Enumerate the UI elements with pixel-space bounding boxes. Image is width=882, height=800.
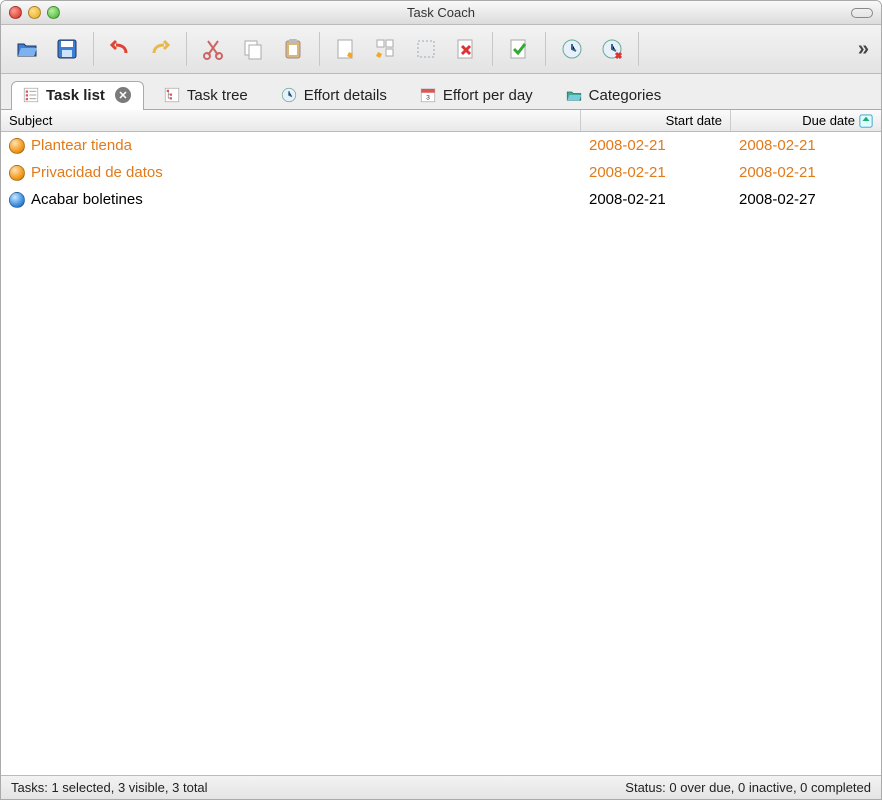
toolbar-separator: [93, 32, 94, 66]
content-area: Subject Start date Due date Plantear tie…: [1, 110, 881, 775]
status-ball-icon: [9, 192, 25, 208]
tab-categories[interactable]: Categories: [554, 81, 675, 110]
app-window: Task Coach: [0, 0, 882, 800]
column-header-start-date[interactable]: Start date: [581, 110, 731, 131]
stop-effort-icon: [600, 37, 624, 61]
open-file-button[interactable]: [9, 31, 45, 67]
new-subtask-button[interactable]: [368, 31, 404, 67]
redo-icon: [148, 37, 172, 61]
edit-task-icon: [414, 37, 438, 61]
toolbar-separator: [186, 32, 187, 66]
paste-icon: [281, 37, 305, 61]
toolbar: »: [1, 25, 881, 74]
open-file-icon: [15, 37, 39, 61]
sort-ascending-icon: [859, 114, 873, 128]
task-subject-label: Plantear tienda: [31, 137, 132, 154]
column-headers: Subject Start date Due date: [1, 110, 881, 132]
toolbar-separator: [545, 32, 546, 66]
task-start-date: 2008-02-21: [581, 161, 731, 184]
task-list-icon: [22, 86, 40, 104]
start-effort-button[interactable]: [554, 31, 590, 67]
cut-icon: [201, 37, 225, 61]
tab-label: Effort per day: [443, 87, 533, 104]
minimize-window-icon[interactable]: [28, 6, 41, 19]
column-label: Start date: [666, 113, 722, 128]
tab-label: Categories: [589, 87, 662, 104]
task-subject-cell: Privacidad de datos: [1, 161, 581, 184]
delete-task-icon: [454, 37, 478, 61]
column-header-subject[interactable]: Subject: [1, 110, 581, 131]
table-row[interactable]: Plantear tienda 2008-02-212008-02-21: [1, 132, 881, 159]
tab-effort-per-day[interactable]: 3 Effort per day: [408, 81, 546, 110]
task-due-date: 2008-02-21: [731, 161, 881, 184]
table-row[interactable]: Acabar boletines 2008-02-212008-02-27: [1, 186, 881, 213]
clock-icon: [280, 86, 298, 104]
new-task-button[interactable]: [328, 31, 364, 67]
task-subject-cell: Acabar boletines: [1, 188, 581, 211]
calendar-icon: 3: [419, 86, 437, 104]
paste-button[interactable]: [275, 31, 311, 67]
column-label: Due date: [802, 113, 855, 128]
tab-task-list[interactable]: Task list ✕: [11, 81, 144, 110]
tab-label: Task list: [46, 87, 105, 104]
task-subject-label: Privacidad de datos: [31, 164, 163, 181]
status-left: Tasks: 1 selected, 3 visible, 3 total: [11, 780, 208, 795]
delete-task-button[interactable]: [448, 31, 484, 67]
table-row[interactable]: Privacidad de datos 2008-02-212008-02-21: [1, 159, 881, 186]
tab-bar: Task list ✕ Task tree Effort details 3 E…: [1, 74, 881, 110]
status-bar: Tasks: 1 selected, 3 visible, 3 total St…: [1, 775, 881, 799]
window-title: Task Coach: [1, 5, 881, 20]
stop-effort-button[interactable]: [594, 31, 630, 67]
status-right: Status: 0 over due, 0 inactive, 0 comple…: [625, 780, 871, 795]
zoom-window-icon[interactable]: [47, 6, 60, 19]
task-subject-cell: Plantear tienda: [1, 134, 581, 157]
window-controls: [9, 6, 60, 19]
tab-label: Task tree: [187, 87, 248, 104]
task-start-date: 2008-02-21: [581, 134, 731, 157]
task-tree-icon: [163, 86, 181, 104]
mark-complete-button[interactable]: [501, 31, 537, 67]
save-icon: [55, 37, 79, 61]
toolbar-separator: [492, 32, 493, 66]
titlebar[interactable]: Task Coach: [1, 1, 881, 25]
column-header-due-date[interactable]: Due date: [731, 110, 881, 131]
copy-icon: [241, 37, 265, 61]
tab-label: Effort details: [304, 87, 387, 104]
mark-complete-icon: [507, 37, 531, 61]
svg-text:3: 3: [426, 95, 430, 102]
status-ball-icon: [9, 165, 25, 181]
task-due-date: 2008-02-21: [731, 134, 881, 157]
undo-button[interactable]: [102, 31, 138, 67]
toolbar-separator: [319, 32, 320, 66]
status-ball-icon: [9, 138, 25, 154]
redo-button[interactable]: [142, 31, 178, 67]
task-subject-label: Acabar boletines: [31, 191, 143, 208]
new-task-icon: [334, 37, 358, 61]
column-label: Subject: [9, 113, 52, 128]
tab-effort-details[interactable]: Effort details: [269, 81, 400, 110]
edit-task-button[interactable]: [408, 31, 444, 67]
tab-task-tree[interactable]: Task tree: [152, 81, 261, 110]
toolbar-overflow-button[interactable]: »: [852, 38, 873, 61]
close-window-icon[interactable]: [9, 6, 22, 19]
copy-button[interactable]: [235, 31, 271, 67]
undo-icon: [108, 37, 132, 61]
task-start-date: 2008-02-21: [581, 188, 731, 211]
toolbar-separator: [638, 32, 639, 66]
task-rows: Plantear tienda2008-02-212008-02-21Priva…: [1, 132, 881, 213]
close-tab-icon[interactable]: ✕: [115, 87, 131, 103]
cut-button[interactable]: [195, 31, 231, 67]
toolbar-toggle-icon[interactable]: [851, 8, 873, 18]
start-effort-icon: [560, 37, 584, 61]
save-button[interactable]: [49, 31, 85, 67]
task-due-date: 2008-02-27: [731, 188, 881, 211]
new-subtask-icon: [374, 37, 398, 61]
categories-icon: [565, 86, 583, 104]
